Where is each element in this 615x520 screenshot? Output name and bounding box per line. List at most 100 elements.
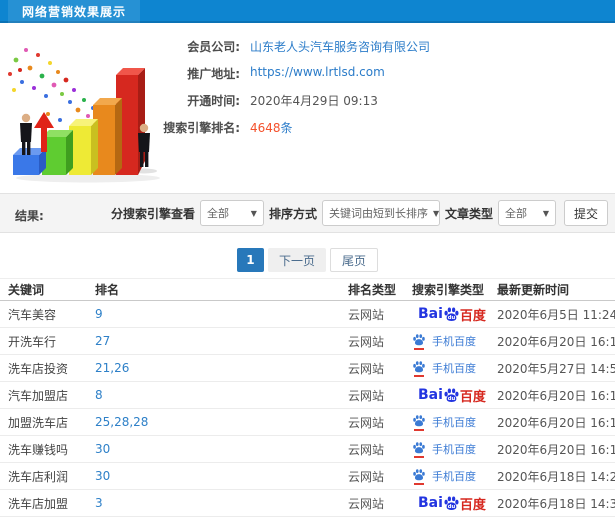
engine-type-cell: 手机百度 [412, 468, 497, 485]
table-row: 洗车店利润 30 云网站 手机百度 2020年6月18日 14:27 [0, 463, 615, 490]
table-header-cell: 搜索引擎类型 [412, 283, 485, 297]
top-header-bar: 网络营销效果展示 [0, 0, 615, 23]
rank-cell[interactable]: 27 [95, 334, 348, 348]
info-value-link[interactable]: https://www.lrtlsd.com [250, 65, 385, 79]
rank-type-cell: 云网站 [348, 307, 385, 322]
next-page-button[interactable]: 下一页 [267, 248, 326, 272]
rank-type-cell: 云网站 [348, 334, 385, 349]
table-row: 洗车店加盟 3 云网站 Bai du 百度 2020年6月18日 14:30 [0, 490, 615, 517]
info-row: 推广地址: https://www.lrtlsd.com [150, 65, 430, 92]
engine-type-cell: 手机百度 [412, 414, 497, 431]
keyword-cell: 汽车加盟店 [8, 388, 69, 403]
update-time-cell: 2020年6月18日 14:27 [497, 469, 615, 484]
engine-filter-value: 全部 [206, 207, 229, 220]
article-type-value: 全部 [504, 207, 527, 220]
rank-type-cell: 云网站 [348, 469, 385, 484]
baidu-paw-icon [413, 441, 425, 453]
engine-type-cell: 手机百度 [412, 360, 497, 377]
rank-type-cell: 云网站 [348, 442, 385, 457]
chevron-down-icon: ▼ [542, 208, 549, 218]
info-panel: 会员公司: 山东老人头汽车服务咨询有限公司 推广地址: https://www.lrt… [150, 38, 430, 146]
engine-type-cell: Bai du 百度 [412, 494, 497, 513]
table-header-cell: 关键词 [8, 283, 45, 297]
confetti-dots [8, 48, 96, 127]
sort-label: 排序方式 [268, 206, 317, 221]
info-label: 搜索引擎排名: [163, 121, 240, 135]
update-time-cell: 2020年5月27日 14:58 [497, 361, 615, 376]
mobile-baidu-icon [412, 441, 427, 458]
info-row: 会员公司: 山东老人头汽车服务咨询有限公司 [150, 38, 430, 65]
svg-text:du: du [448, 396, 456, 402]
rank-cell[interactable]: 30 [95, 442, 348, 456]
baidu-paw-icon [413, 333, 425, 345]
info-value: 2020年4月29日 09:13 [250, 94, 378, 108]
rank-type-cell: 云网站 [348, 415, 385, 430]
keyword-cell: 洗车店加盟 [8, 496, 69, 511]
rank-cell[interactable]: 30 [95, 469, 348, 483]
sort-value: 关键词由短到长排序 [328, 207, 428, 220]
table-header-cell: 排名类型 [348, 283, 397, 297]
keyword-cell: 洗车店利润 [8, 469, 69, 484]
keyword-cell: 汽车美容 [8, 307, 57, 322]
info-label: 开通时间: [187, 94, 240, 108]
mobile-baidu-icon [412, 414, 427, 431]
table-row: 加盟洗车店 25,28,28 云网站 手机百度 2020年6月20日 16:11 [0, 409, 615, 436]
info-label: 推广地址: [187, 67, 240, 81]
mobile-baidu-icon [412, 333, 427, 350]
table-body: 汽车美容 9 云网站 Bai du 百度 2020年6月5日 11:24 开洗车行 27 云… [0, 301, 615, 517]
engine-rank-count: 4648条 [250, 121, 293, 135]
rank-cell[interactable]: 3 [95, 496, 348, 510]
update-time-cell: 2020年6月18日 14:30 [497, 496, 615, 511]
baidu-paw-icon [413, 360, 425, 372]
info-value-link[interactable]: 山东老人头汽车服务咨询有限公司 [250, 38, 430, 55]
results-table: 关键词 排名 排名类型 搜索引擎类型 最新更新时间 汽车美容 9 云网站 Bai du 百度… [0, 278, 615, 517]
rank-cell[interactable]: 8 [95, 388, 348, 402]
result-label: 结果: [15, 209, 44, 223]
engine-type-cell: 手机百度 [412, 441, 497, 458]
update-time-cell: 2020年6月20日 16:16 [497, 334, 615, 349]
table-row: 洗车赚钱吗 30 云网站 手机百度 2020年6月20日 16:12 [0, 436, 615, 463]
update-time-cell: 2020年6月5日 11:24 [497, 307, 615, 322]
sort-select[interactable]: 关键词由短到长排序 ▼ [321, 200, 440, 226]
engine-filter-select[interactable]: 全部 ▼ [199, 200, 264, 226]
keyword-cell: 加盟洗车店 [8, 415, 69, 430]
submit-button[interactable]: 提交 [563, 200, 608, 226]
last-page-button[interactable]: 尾页 [330, 248, 379, 272]
table-row: 汽车加盟店 8 云网站 Bai du 百度 2020年6月20日 16:12 [0, 382, 615, 409]
mobile-baidu-badge: 手机百度 [412, 468, 476, 485]
page-title: 网络营销效果展示 [22, 5, 127, 19]
chevron-down-icon: ▼ [250, 208, 257, 218]
table-header-row: 关键词 排名 排名类型 搜索引擎类型 最新更新时间 [0, 278, 615, 301]
mobile-baidu-icon [412, 468, 427, 485]
table-row: 汽车美容 9 云网站 Bai du 百度 2020年6月5日 11:24 [0, 301, 615, 328]
rank-cell[interactable]: 9 [95, 307, 348, 321]
page: 网络营销效果展示 会员公司: 山东老人头汽车服务咨询有限公司 推广地址: htt… [0, 0, 615, 520]
article-type-select[interactable]: 全部 ▼ [497, 200, 556, 226]
baidu-paw-icon: du [444, 495, 459, 510]
svg-text:du: du [448, 504, 456, 510]
baidu-logo: Bai du 百度 [418, 495, 486, 513]
rank-type-cell: 云网站 [348, 496, 385, 511]
table-header-cell: 最新更新时间 [497, 283, 570, 297]
keyword-cell: 洗车赚钱吗 [8, 442, 69, 457]
bar-yellow [69, 119, 98, 175]
page-number-current[interactable]: 1 [236, 248, 264, 272]
table-header-cell: 排名 [95, 283, 120, 297]
svg-text:du: du [448, 315, 456, 321]
filter-controls: 分搜索引擎查看 全部 ▼ 排序方式 关键词由短到长排序 ▼ 文章类型 全部 ▼ … [106, 194, 608, 232]
info-label: 会员公司: [187, 40, 240, 54]
info-row: 搜索引擎排名: 4648条 [150, 119, 430, 146]
pagination: 1 下一页 尾页 [0, 248, 615, 272]
baidu-paw-icon: du [444, 387, 459, 402]
keyword-cell: 洗车店投资 [8, 361, 69, 376]
mobile-baidu-badge: 手机百度 [412, 333, 476, 350]
rank-cell[interactable]: 21,26 [95, 361, 348, 375]
filter-bar: 结果: 分搜索引擎查看 全部 ▼ 排序方式 关键词由短到长排序 ▼ 文章类型 全… [0, 193, 615, 233]
update-time-cell: 2020年6月20日 16:11 [497, 415, 615, 430]
rank-cell[interactable]: 25,28,28 [95, 415, 348, 429]
baidu-paw-icon [413, 414, 425, 426]
rank-type-cell: 云网站 [348, 361, 385, 376]
mobile-baidu-badge: 手机百度 [412, 414, 476, 431]
mobile-baidu-badge: 手机百度 [412, 441, 476, 458]
baidu-paw-icon [413, 468, 425, 480]
